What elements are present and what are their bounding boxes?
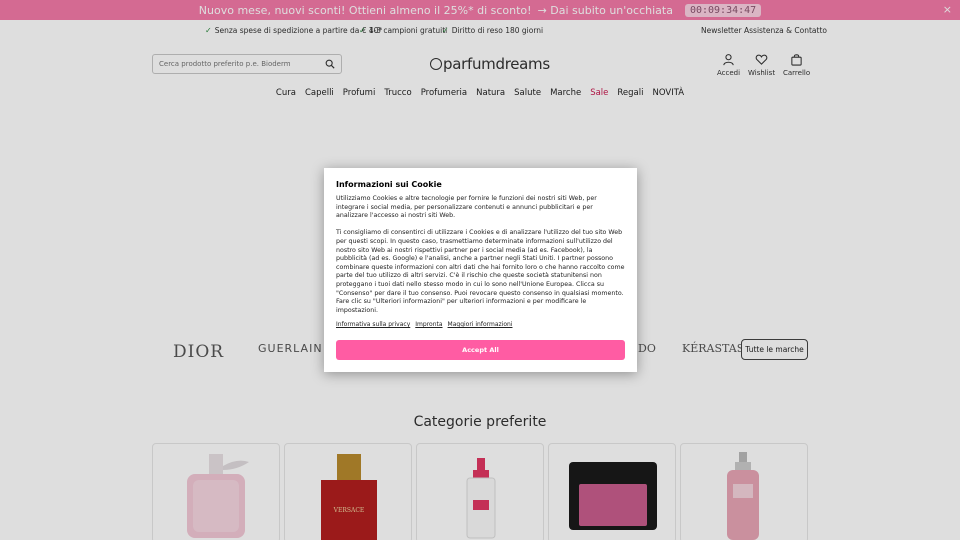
- cookie-links: Informativa sulla privacy Impronta Maggi…: [336, 321, 512, 328]
- accept-all-button[interactable]: Accept All: [336, 340, 625, 360]
- cookie-paragraph-2: Ti consigliamo di consentirci di utilizz…: [336, 229, 625, 314]
- privacy-policy-link[interactable]: Informativa sulla privacy: [336, 321, 410, 328]
- cookie-title: Informazioni sui Cookie: [336, 180, 442, 189]
- cookie-paragraph-1: Utilizziamo Cookies e altre tecnologie p…: [336, 195, 597, 220]
- cookie-consent-dialog: Informazioni sui Cookie Utilizziamo Cook…: [324, 168, 637, 372]
- imprint-link[interactable]: Impronta: [415, 321, 442, 328]
- more-info-link[interactable]: Maggiori informazioni: [448, 321, 513, 328]
